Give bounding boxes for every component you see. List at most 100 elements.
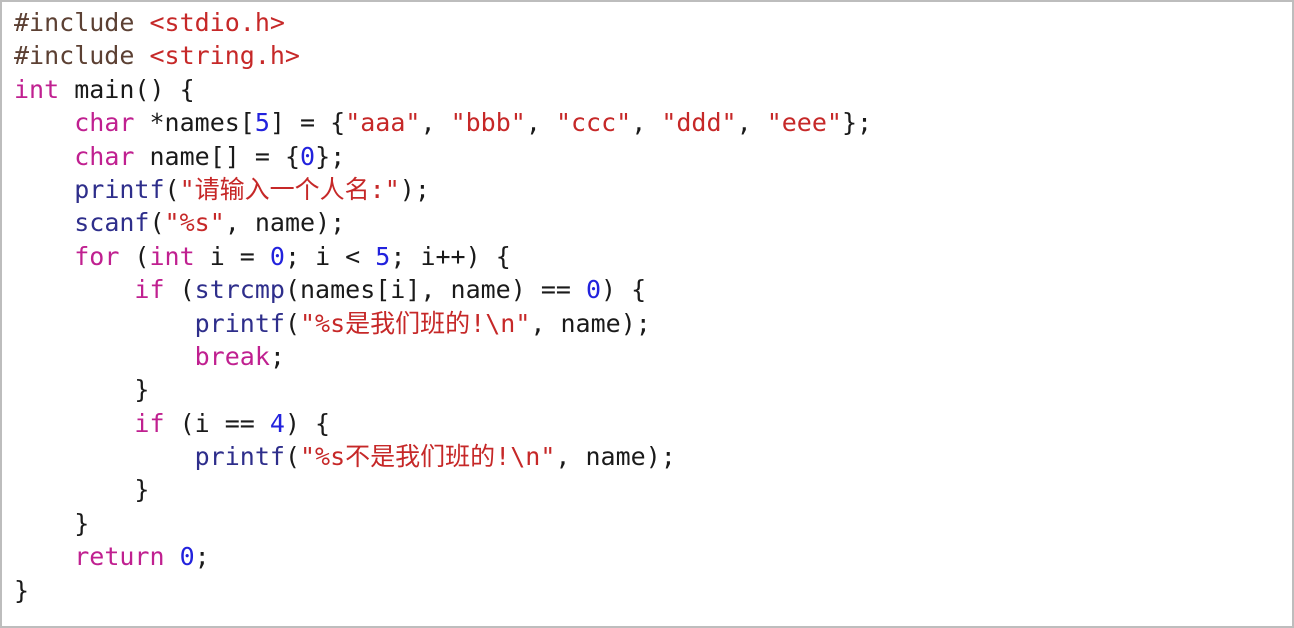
code-token-plain: , xyxy=(736,108,767,138)
code-token-str: "%s xyxy=(300,442,346,472)
code-line: printf("%s不是我们班的!\n", name); xyxy=(14,440,1292,473)
code-token-kw: if xyxy=(134,275,165,305)
code-token-plain: ( xyxy=(284,308,300,338)
code-token-hdr: <string.h> xyxy=(149,41,300,71)
code-token-hdr: <stdio.h> xyxy=(149,8,285,37)
code-line: } xyxy=(14,574,1292,607)
code-token-str: "aaa" xyxy=(345,108,421,138)
code-line: char name[] = {0}; xyxy=(14,140,1292,173)
code-token-cjk: 是我们班的 xyxy=(345,308,471,338)
code-token-fn: printf xyxy=(74,174,165,204)
code-token-kw: int xyxy=(149,241,195,271)
code-token-plain: ) { xyxy=(284,408,331,438)
code-token-plain: }; xyxy=(315,141,346,171)
code-line: return 0; xyxy=(14,540,1292,573)
code-token-plain: }; xyxy=(841,108,873,138)
code-line: #include <string.h> xyxy=(14,39,1292,72)
code-token-plain: } xyxy=(14,575,30,605)
code-line: printf("请输入一个人名:"); xyxy=(14,173,1292,206)
code-token-plain: ( xyxy=(119,241,150,271)
code-token-num: 0 xyxy=(585,275,602,305)
code-token-num: 4 xyxy=(269,408,285,438)
code-token-plain: , name); xyxy=(530,308,651,338)
code-token-kw: if xyxy=(134,408,165,438)
code-token-plain: ( xyxy=(284,442,300,472)
code-token-plain: name[] = { xyxy=(134,141,301,171)
code-line: } xyxy=(14,373,1292,406)
code-token-kw: for xyxy=(74,241,120,271)
code-token-plain: main() { xyxy=(59,74,195,104)
code-token-fn: printf xyxy=(194,442,285,472)
code-token-plain: ] = { xyxy=(269,108,346,138)
code-line: #include <stdio.h> xyxy=(14,6,1292,39)
code-token-kw: break xyxy=(194,341,270,371)
code-token-str: "ddd" xyxy=(661,108,737,138)
code-line: int main() { xyxy=(14,73,1292,106)
code-token-str: "eee" xyxy=(766,108,842,138)
code-line: char *names[5] = {"aaa", "bbb", "ccc", "… xyxy=(14,106,1292,139)
code-token-pre: #include xyxy=(14,41,150,71)
code-token-fn: printf xyxy=(194,308,285,338)
code-line: if (strcmp(names[i], name) == 0) { xyxy=(14,273,1292,306)
code-token-plain: *names[ xyxy=(134,108,255,138)
code-line: printf("%s是我们班的!\n", name); xyxy=(14,307,1292,340)
code-token-num: 5 xyxy=(375,241,391,271)
code-token-plain: , xyxy=(420,108,451,138)
code-token-fn: scanf xyxy=(74,208,150,238)
code-token-plain: ( xyxy=(164,174,180,204)
code-token-plain: ( xyxy=(164,275,195,305)
code-token-kw: char xyxy=(74,108,135,138)
code-token-str: "ccc" xyxy=(555,108,632,138)
code-token-plain: (i == xyxy=(164,408,270,438)
code-block[interactable]: #include <stdio.h> #include <string.h> int… xyxy=(14,6,1292,607)
code-token-pre: #include xyxy=(14,8,150,37)
code-token-plain: ) { xyxy=(601,275,647,305)
code-token-plain: } xyxy=(14,508,90,538)
code-token-str: :" xyxy=(369,174,400,204)
code-token-num: 0 xyxy=(269,241,285,271)
code-line: } xyxy=(14,507,1292,540)
code-line: break; xyxy=(14,340,1292,373)
code-token-plain: (names[i], name) == xyxy=(284,275,586,305)
code-token-plain: } xyxy=(14,375,150,405)
code-token-str: !\n" xyxy=(470,308,531,338)
code-line: if (i == 4) { xyxy=(14,407,1292,440)
code-token-plain: , name); xyxy=(555,442,676,472)
code-token-num: 0 xyxy=(179,542,195,572)
code-token-fn: strcmp xyxy=(194,275,285,305)
code-token-str: !\n" xyxy=(495,442,556,472)
code-token-plain: , xyxy=(525,108,556,138)
code-token-plain: i = xyxy=(194,241,270,271)
code-token-num: 0 xyxy=(300,141,316,171)
code-token-plain: ; i++) { xyxy=(390,241,511,271)
code-token-str: " xyxy=(179,174,195,204)
code-token-plain: ); xyxy=(399,174,430,204)
code-line: } xyxy=(14,473,1292,506)
code-token-kw: char xyxy=(74,141,135,171)
code-token-kw: int xyxy=(14,74,60,104)
code-token-plain: , name); xyxy=(224,208,346,238)
code-snippet-window: #include <stdio.h> #include <string.h> int… xyxy=(0,0,1294,628)
code-token-plain: } xyxy=(14,475,150,505)
code-token-str: "%s" xyxy=(164,208,225,238)
code-token-str: "%s xyxy=(300,308,346,338)
code-token-plain: ; xyxy=(269,341,285,371)
code-token-plain: ; xyxy=(194,542,210,572)
code-token-cjk: 请输入一个人名 xyxy=(194,174,370,204)
code-line: scanf("%s", name); xyxy=(14,206,1292,239)
code-token-plain: ( xyxy=(149,208,165,238)
code-token-plain: , xyxy=(631,108,662,138)
code-line: for (int i = 0; i < 5; i++) { xyxy=(14,240,1292,273)
code-token-plain: ; i < xyxy=(284,241,376,271)
